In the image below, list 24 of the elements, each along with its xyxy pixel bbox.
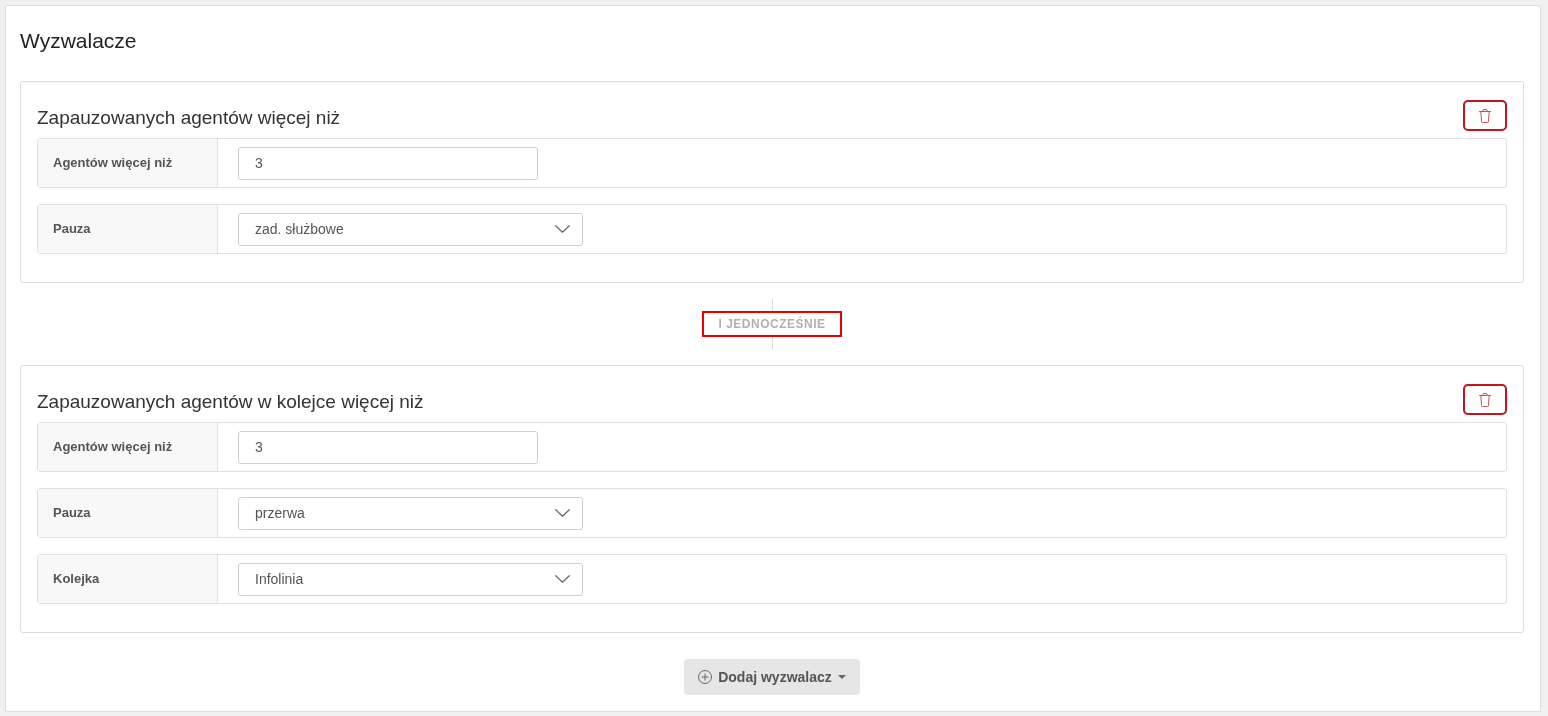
field-label: Agentów więcej niż <box>38 423 218 471</box>
add-trigger-button[interactable]: Dodaj wyzwalacz <box>684 659 860 695</box>
chevron-down-icon <box>555 575 570 583</box>
trigger-title: Zapauzowanych agentów więcej niż <box>37 106 341 130</box>
caret-down-icon <box>837 675 846 679</box>
field-label: Kolejka <box>38 555 218 603</box>
chevron-down-icon <box>555 225 570 233</box>
dropdown-field[interactable]: zad. służbowe <box>238 212 583 246</box>
number-input[interactable]: 3 <box>238 430 538 464</box>
connector-label: I JEDNOCZEŚNIE <box>702 311 842 337</box>
dropdown-field[interactable]: przerwa <box>238 496 583 530</box>
number-input[interactable]: 3 <box>238 146 538 180</box>
delete-button[interactable] <box>1463 384 1507 415</box>
field-label: Pauza <box>38 205 218 253</box>
field-label: Pauza <box>38 489 218 537</box>
field-label: Agentów więcej niż <box>38 139 218 187</box>
trash-icon <box>1479 108 1491 123</box>
delete-button[interactable] <box>1463 100 1507 131</box>
dropdown-field[interactable]: Infolinia <box>238 562 583 596</box>
plus-circle-icon <box>698 670 713 684</box>
panel-title: Wyzwalacze <box>20 28 138 54</box>
chevron-down-icon <box>555 509 570 517</box>
trash-icon <box>1479 392 1491 407</box>
trigger-title: Zapauzowanych agentów w kolejce więcej niż <box>37 390 424 414</box>
